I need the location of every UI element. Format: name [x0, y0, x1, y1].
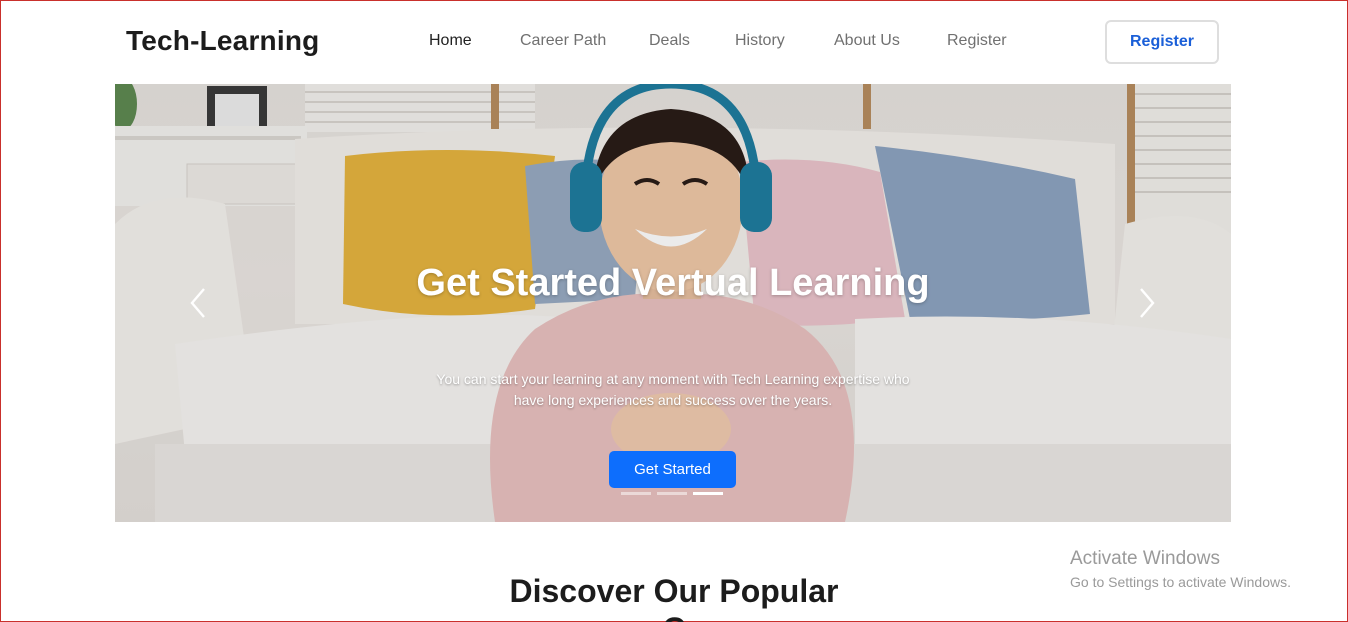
- nav-deals[interactable]: Deals: [649, 32, 690, 50]
- watermark-title: Activate Windows: [1070, 548, 1220, 569]
- carousel-indicator-3[interactable]: [693, 492, 723, 495]
- get-started-button[interactable]: Get Started: [609, 451, 736, 488]
- hero-description: You can start your learning at any momen…: [436, 371, 910, 408]
- navbar: Tech-Learning Home Career Path Deals His…: [1, 1, 1347, 84]
- carousel-indicator-1[interactable]: [621, 492, 651, 495]
- carousel-indicator-2[interactable]: [657, 492, 687, 495]
- section-heading-continuation: C: [1, 609, 1347, 622]
- nav-home[interactable]: Home: [429, 32, 472, 50]
- watermark-subtitle: Go to Settings to activate Windows.: [1070, 574, 1291, 590]
- windows-activation-watermark: Activate Windows Go to Settings to activ…: [1070, 548, 1291, 592]
- hero-title: Get Started Vertual Learning: [416, 262, 930, 304]
- nav-register[interactable]: Register: [947, 32, 1007, 50]
- brand-logo[interactable]: Tech-Learning: [126, 25, 319, 57]
- hero-carousel: Get Started Vertual Learning You can sta…: [115, 84, 1231, 522]
- nav-career-path[interactable]: Career Path: [520, 32, 606, 50]
- nav-history[interactable]: History: [735, 32, 785, 50]
- register-button[interactable]: Register: [1105, 20, 1219, 64]
- nav-about-us[interactable]: About Us: [834, 32, 900, 50]
